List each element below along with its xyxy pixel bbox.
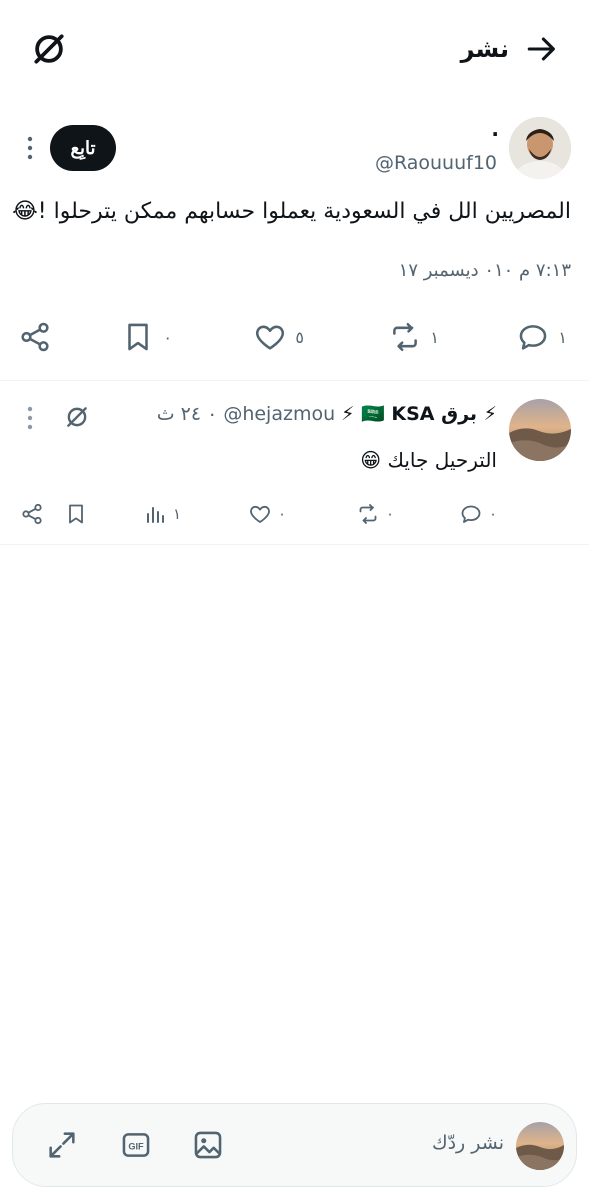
follow-button[interactable]: تابِع — [50, 125, 116, 171]
heart-icon — [250, 505, 270, 523]
author-avatar[interactable] — [509, 117, 571, 179]
reply-reply-count: ٠ — [488, 505, 497, 523]
divider — [0, 544, 589, 545]
bookmark-action[interactable]: ٠ — [121, 320, 172, 354]
reply-action[interactable]: ١ — [516, 320, 567, 354]
bookmark-icon — [128, 323, 149, 351]
views-icon — [146, 507, 164, 523]
reply-input[interactable]: نشر ردّك — [432, 1132, 504, 1154]
reply-header: ⚡ برق 🇸🇦 KSA ⚡ @hejazmou ٠ ٢٤ ث — [157, 402, 497, 426]
bookmark-count: ٠ — [163, 327, 172, 347]
share-icon — [21, 322, 49, 352]
tweet-timestamp[interactable]: ٧:١٣ م ٠١٠ ديسمبر ١٧ — [399, 260, 571, 281]
expand-icon[interactable] — [45, 1128, 79, 1162]
share-action[interactable] — [18, 320, 52, 354]
reply-time[interactable]: ٠ ٢٤ ث — [157, 403, 218, 425]
reply-bookmark-action[interactable] — [64, 502, 88, 526]
reply-icon — [461, 505, 481, 523]
reply-like-count: ٠ — [277, 505, 286, 523]
reply-reply-action[interactable]: ٠ — [459, 502, 497, 526]
repost-count: ١ — [430, 327, 439, 347]
divider — [0, 380, 589, 381]
like-count: ٥ — [295, 327, 304, 347]
more-options-icon[interactable] — [22, 135, 38, 161]
repost-icon — [359, 504, 377, 524]
arrow-right-icon[interactable] — [525, 32, 559, 66]
svg-text:GIF: GIF — [128, 1141, 144, 1151]
like-action[interactable]: ٥ — [253, 320, 304, 354]
reply-author-avatar[interactable] — [509, 399, 571, 461]
reply-repost-action[interactable]: ٠ — [356, 502, 394, 526]
tweet-text: المصريين الل في السعودية يعملوا حسابهم م… — [12, 199, 571, 224]
bookmark-icon — [69, 504, 83, 524]
reply-repost-count: ٠ — [385, 505, 394, 523]
reply-share-action[interactable] — [20, 502, 44, 526]
grok-icon[interactable] — [30, 30, 68, 68]
share-icon — [22, 503, 42, 525]
reply-like-action[interactable]: ٠ — [248, 502, 286, 526]
repost-icon — [393, 322, 418, 352]
reply-views-action[interactable]: ١ — [143, 502, 181, 526]
author-name[interactable]: · — [491, 122, 499, 146]
reply-author-handle[interactable]: @hejazmou — [223, 403, 335, 425]
reply-icon — [520, 325, 547, 350]
image-icon[interactable] — [191, 1128, 225, 1162]
repost-action[interactable]: ١ — [388, 320, 439, 354]
more-options-icon[interactable] — [22, 405, 38, 431]
heart-icon — [256, 325, 285, 350]
reply-count: ١ — [558, 327, 567, 347]
reply-author-name[interactable]: ⚡ برق 🇸🇦 KSA ⚡ — [341, 402, 497, 425]
gif-icon[interactable]: GIF — [119, 1128, 153, 1162]
user-avatar — [516, 1122, 564, 1170]
reply-views-count: ١ — [172, 505, 181, 523]
reply-composer[interactable]: نشر ردّك GIF — [12, 1103, 577, 1187]
author-handle[interactable]: @Raouuuf10 — [375, 152, 497, 174]
page-title: نشر — [460, 35, 509, 63]
top-bar: نشر — [0, 0, 589, 98]
grok-icon[interactable] — [64, 404, 90, 430]
reply-text: الترحيل جايك 😁 — [360, 448, 497, 472]
